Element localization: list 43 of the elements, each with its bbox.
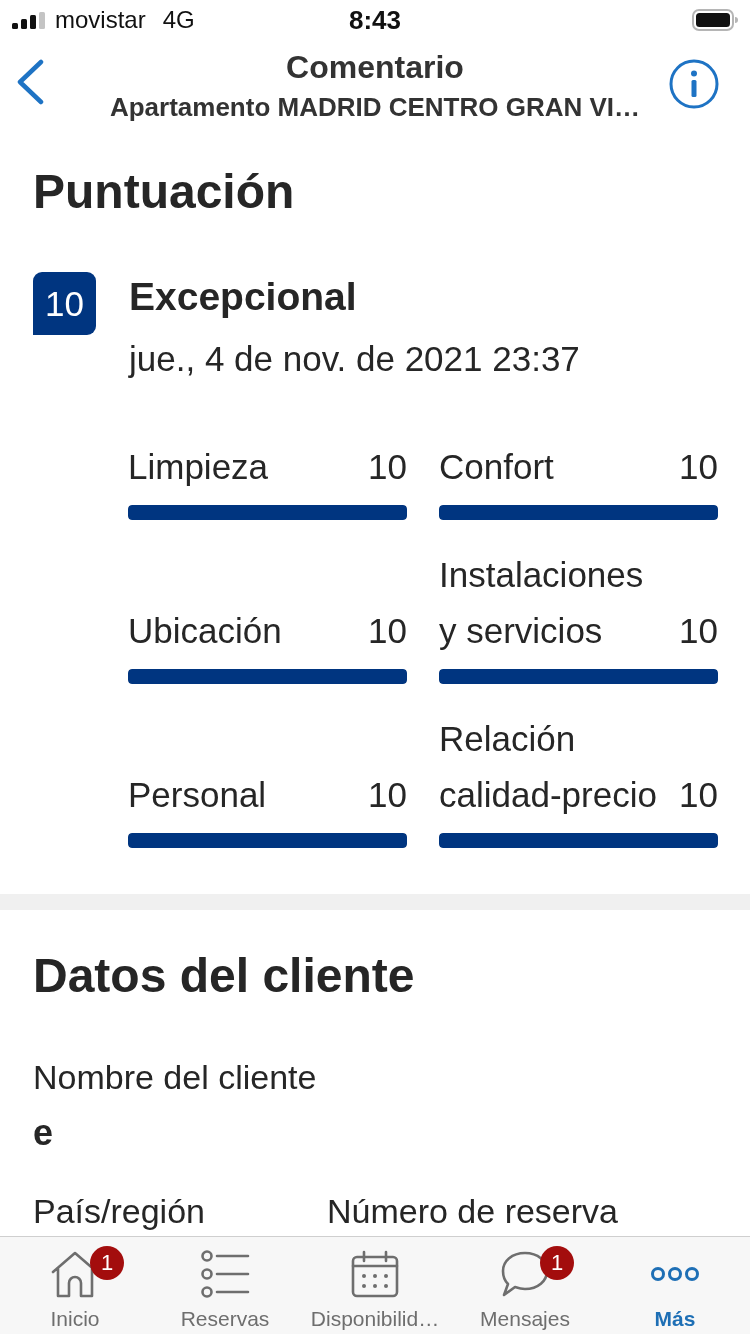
list-icon	[200, 1250, 250, 1298]
network-type: 4G	[162, 6, 195, 34]
chevron-left-icon	[15, 59, 45, 105]
tab[interactable]: Reservas	[150, 1237, 300, 1334]
rating-label: Excepcional	[129, 275, 358, 319]
category-name: Confort	[439, 446, 554, 488]
score-badge: 10	[33, 272, 96, 335]
category-score: 10	[679, 774, 718, 816]
category-name: Limpieza	[128, 446, 269, 488]
category-score: 10	[368, 446, 407, 488]
review-date: jue., 4 de nov. de 2021 23:37	[129, 339, 580, 379]
signal-icon	[12, 11, 46, 29]
notification-badge: 1	[540, 1246, 574, 1280]
back-button[interactable]	[15, 59, 45, 105]
clock-time: 8:43	[348, 5, 401, 35]
category-score: 10	[368, 610, 407, 652]
section-heading: Datos del cliente	[33, 948, 416, 1004]
field-label: Nombre del cliente	[33, 1057, 318, 1097]
category-name: Instalaciones y servicios	[439, 554, 645, 652]
speech-bubble-icon	[500, 1250, 550, 1298]
notification-badge: 1	[90, 1246, 124, 1280]
battery-icon	[692, 9, 738, 31]
more-icon	[650, 1266, 700, 1282]
field-label: País/región	[33, 1191, 206, 1231]
category-name: Personal	[128, 774, 267, 816]
calendar-icon	[350, 1250, 400, 1298]
category-score: 10	[368, 774, 407, 816]
field-value: e	[33, 1113, 55, 1153]
info-button[interactable]	[669, 59, 719, 109]
section-heading: Puntuación	[33, 164, 296, 220]
tab[interactable]: Disponibilid…	[300, 1237, 450, 1334]
tab[interactable]: 1 Mensajes	[450, 1237, 600, 1334]
category-score: 10	[679, 446, 718, 488]
screen-title: Comentario	[286, 48, 464, 86]
tab[interactable]: Más	[600, 1237, 750, 1334]
category-name: Ubicación	[128, 610, 282, 652]
tab[interactable]: 1 Inicio	[0, 1237, 150, 1334]
category-name: Relación calidad-precio	[439, 718, 658, 816]
property-name: Apartamento MADRID CENTRO GRAN VI…	[109, 92, 641, 122]
field-label: Número de reserva	[327, 1191, 619, 1231]
carrier-name: movistar	[55, 6, 146, 34]
info-icon	[669, 59, 719, 109]
category-score: 10	[679, 610, 718, 652]
